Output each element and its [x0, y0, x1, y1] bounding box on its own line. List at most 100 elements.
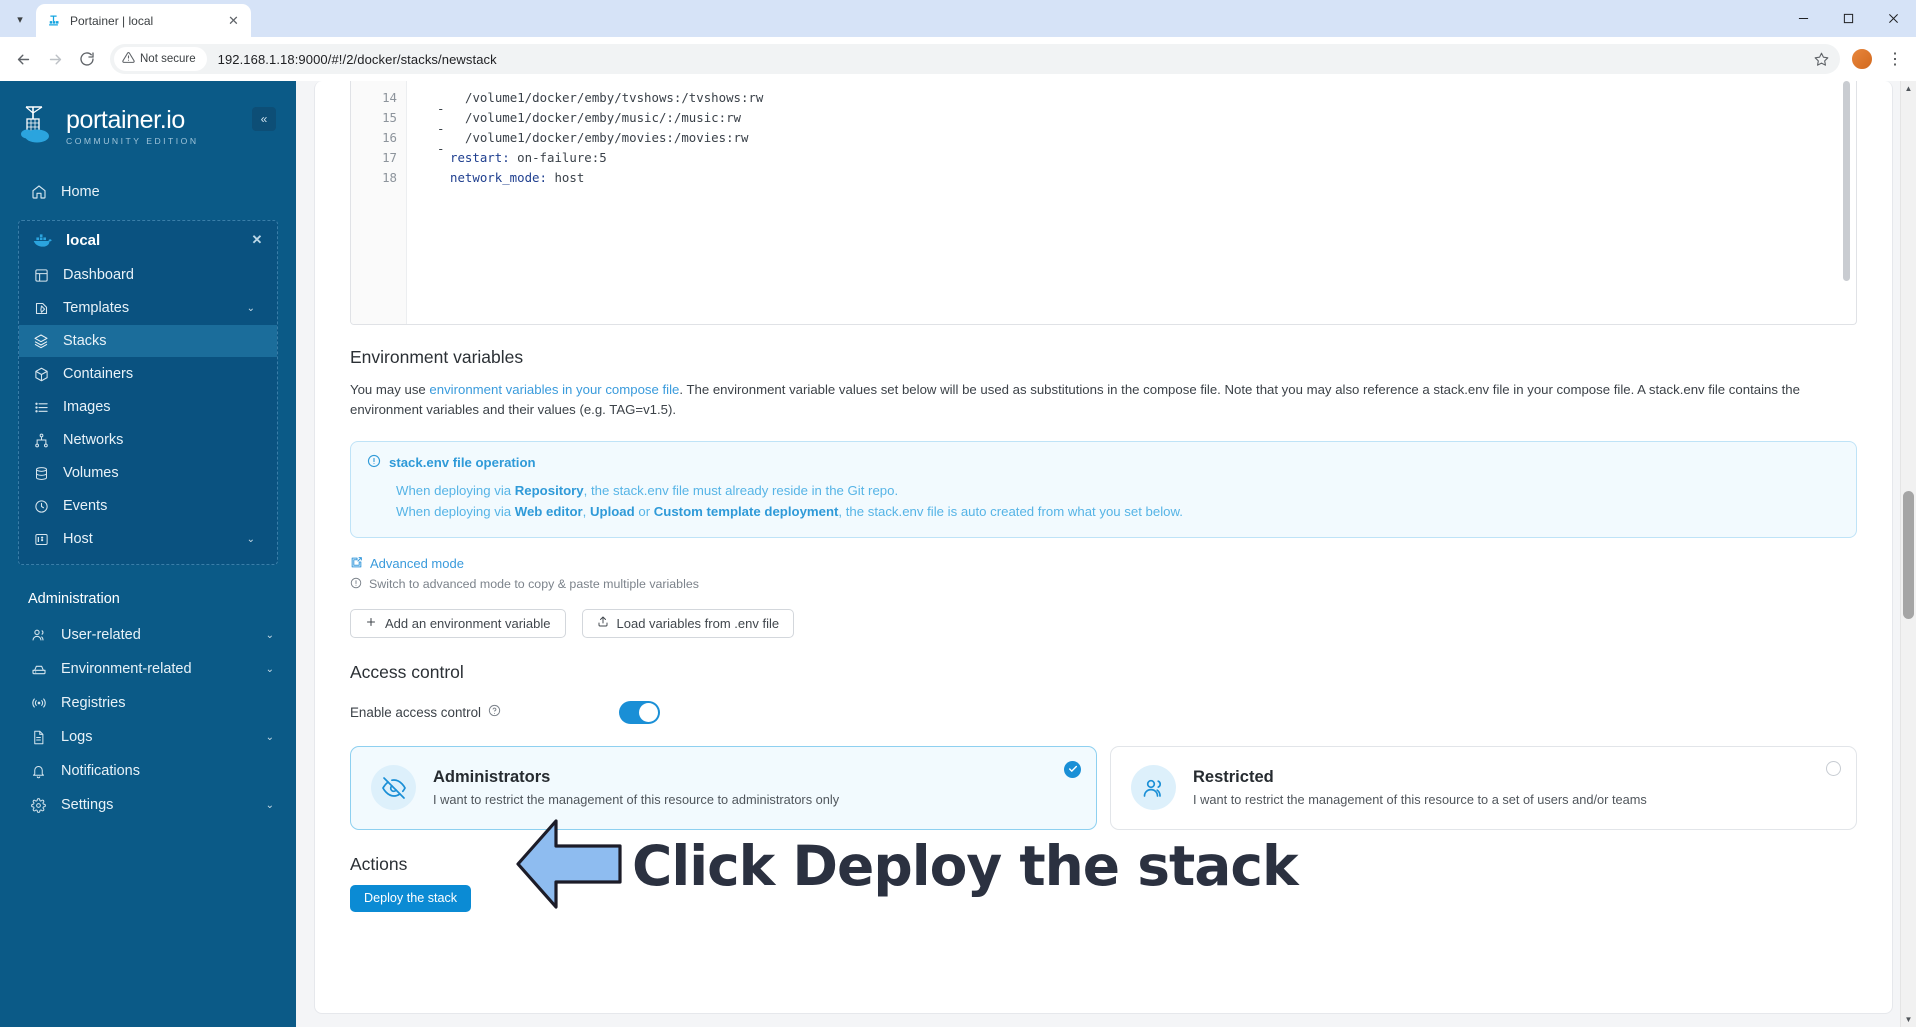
- info-circle-icon: [367, 454, 381, 471]
- users-group-icon: [1131, 765, 1176, 811]
- access-control-heading: Access control: [350, 661, 464, 682]
- back-button[interactable]: [8, 44, 38, 74]
- callout-text: When deploying via: [396, 504, 515, 520]
- browser-menu-icon[interactable]: ⋮: [1882, 46, 1908, 72]
- callout-body: When deploying via Repository, the stack…: [367, 480, 1840, 523]
- toggle-label-text: Enable access control: [350, 704, 482, 720]
- tab-strip: ▾ Portainer | local ✕: [0, 0, 1916, 37]
- callout-bold: Repository: [514, 482, 584, 498]
- sidebar-environment-header[interactable]: local ✕: [19, 221, 277, 259]
- scroll-down-arrow-icon[interactable]: ▼: [1901, 1012, 1916, 1027]
- sidebar-environment-name: local: [66, 231, 101, 249]
- warning-triangle-icon: [122, 51, 135, 67]
- tab-search-dropdown-icon[interactable]: ▾: [6, 5, 34, 33]
- code-value: host: [546, 170, 585, 185]
- sidebar-item-networks[interactable]: Networks: [19, 424, 277, 456]
- callout-line-1: When deploying via Repository, the stack…: [396, 480, 1840, 502]
- volumes-icon: [33, 466, 49, 481]
- check-circle-icon[interactable]: [1064, 760, 1081, 778]
- editor-code-area[interactable]: /volume1/docker/emby/tvshows:/tvshows:rw…: [407, 81, 1856, 324]
- window-close-button[interactable]: [1871, 0, 1916, 37]
- logo-sub-text: COMMUNITY EDITION: [66, 135, 199, 146]
- callout-text: ,: [582, 504, 590, 520]
- site-security-badge[interactable]: Not secure: [114, 47, 207, 71]
- registries-icon: [30, 695, 47, 711]
- sidebar-item-logs[interactable]: Logs ⌄: [0, 721, 296, 753]
- add-environment-variable-button[interactable]: Add an environment variable: [350, 608, 566, 638]
- main-content: 14 15 16 17 18 /volume1/docker/emby/tvshows:…: [296, 81, 1916, 1027]
- sidebar-item-settings[interactable]: Settings ⌄: [0, 789, 296, 821]
- radio-empty-icon[interactable]: [1826, 760, 1841, 776]
- sidebar-item-host[interactable]: Host ⌄: [19, 523, 277, 555]
- stack-env-callout: stack.env file operation When deploying …: [350, 440, 1857, 538]
- access-option-subtitle: I want to restrict the management of thi…: [1193, 792, 1647, 808]
- window-minimize-button[interactable]: [1781, 0, 1826, 37]
- deploy-the-stack-button[interactable]: Deploy the stack: [350, 884, 472, 912]
- tab-close-icon[interactable]: ✕: [225, 12, 242, 29]
- callout-bold: Custom template deployment: [653, 504, 839, 520]
- eye-off-icon: [371, 765, 416, 811]
- access-option-administrators[interactable]: Administrators I want to restrict the ma…: [350, 745, 1097, 830]
- line-number: 17: [382, 150, 397, 165]
- bookmark-star-icon[interactable]: [1808, 46, 1834, 72]
- chevron-down-icon: ⌄: [246, 302, 255, 314]
- sidebar-logo[interactable]: portainer.io COMMUNITY EDITION «: [0, 81, 296, 150]
- sidebar-item-volumes[interactable]: Volumes: [19, 457, 277, 489]
- info-circle-icon: [350, 577, 362, 592]
- actions-section: Actions Deploy the stack Click Deploy th…: [350, 819, 1857, 912]
- sidebar-collapse-button[interactable]: «: [252, 107, 276, 131]
- access-option-subtitle: I want to restrict the management of thi…: [433, 792, 840, 808]
- sidebar-item-label: Templates: [63, 300, 130, 316]
- sidebar-item-user-related[interactable]: User-related ⌄: [0, 619, 296, 651]
- forward-button[interactable]: [40, 44, 70, 74]
- users-icon: [30, 627, 47, 643]
- sidebar-item-events[interactable]: Events: [19, 490, 277, 522]
- chevron-down-icon: ⌄: [246, 533, 255, 545]
- access-control-options: Administrators I want to restrict the ma…: [350, 745, 1857, 830]
- sidebar-admin-section-title: Administration: [28, 591, 120, 607]
- edit-square-icon: [350, 556, 363, 572]
- scrollbar-thumb[interactable]: [1903, 491, 1914, 619]
- sidebar-item-label: Containers: [63, 366, 134, 382]
- sidebar: portainer.io COMMUNITY EDITION « Home lo…: [0, 81, 296, 1027]
- sidebar-item-notifications[interactable]: Notifications: [0, 755, 296, 787]
- compose-code-editor[interactable]: 14 15 16 17 18 /volume1/docker/emby/tvshows:…: [350, 81, 1857, 325]
- advanced-mode-link[interactable]: Advanced mode: [350, 556, 1857, 572]
- sidebar-item-dashboard[interactable]: Dashboard: [19, 259, 277, 291]
- sidebar-item-home[interactable]: Home: [0, 176, 296, 208]
- enable-access-control-toggle[interactable]: [619, 700, 660, 724]
- access-option-restricted[interactable]: Restricted I want to restrict the manage…: [1110, 745, 1857, 830]
- stack-form-card: 14 15 16 17 18 /volume1/docker/emby/tvshows:…: [314, 81, 1893, 1014]
- sidebar-environment-close-icon[interactable]: ✕: [247, 230, 267, 250]
- sidebar-item-label: Environment-related: [61, 661, 192, 677]
- profile-avatar[interactable]: [1851, 48, 1873, 70]
- sidebar-item-templates[interactable]: Templates ⌄: [19, 292, 277, 324]
- templates-icon: [33, 301, 49, 316]
- window-maximize-button[interactable]: [1826, 0, 1871, 37]
- editor-scrollbar[interactable]: [1843, 81, 1850, 281]
- page-scrollbar[interactable]: ▲ ▼: [1900, 81, 1916, 1027]
- sidebar-item-label: Images: [63, 399, 111, 415]
- chevron-down-icon: ⌄: [265, 799, 274, 811]
- chevron-down-icon: ⌄: [265, 731, 274, 743]
- line-number: 14: [382, 90, 397, 105]
- editor-line-numbers: 14 15 16 17 18: [351, 81, 407, 324]
- sidebar-item-stacks[interactable]: Stacks: [19, 325, 277, 357]
- sidebar-item-registries[interactable]: Registries: [0, 687, 296, 719]
- sidebar-item-environment-related[interactable]: Environment-related ⌄: [0, 653, 296, 685]
- load-variables-from-env-file-button[interactable]: Load variables from .env file: [581, 608, 795, 638]
- sidebar-item-images[interactable]: Images: [19, 391, 277, 423]
- chevron-down-icon: ⌄: [265, 663, 274, 675]
- upload-icon: [597, 615, 609, 631]
- code-line: /volume1/docker/emby/tvshows:/tvshows:rw: [465, 90, 764, 105]
- reload-button[interactable]: [72, 44, 102, 74]
- scroll-up-arrow-icon[interactable]: ▲: [1901, 81, 1916, 96]
- env-vars-heading: Environment variables: [350, 347, 524, 367]
- question-circle-icon[interactable]: [488, 704, 501, 720]
- compose-file-link[interactable]: environment variables in your compose fi…: [429, 382, 679, 397]
- env-vars-description: You may use environment variables in you…: [350, 380, 1857, 421]
- browser-tab[interactable]: Portainer | local ✕: [36, 4, 251, 37]
- sidebar-item-label: Registries: [61, 695, 126, 711]
- sidebar-item-containers[interactable]: Containers: [19, 358, 277, 390]
- address-bar[interactable]: Not secure 192.168.1.18:9000/#!/2/docker…: [110, 44, 1840, 74]
